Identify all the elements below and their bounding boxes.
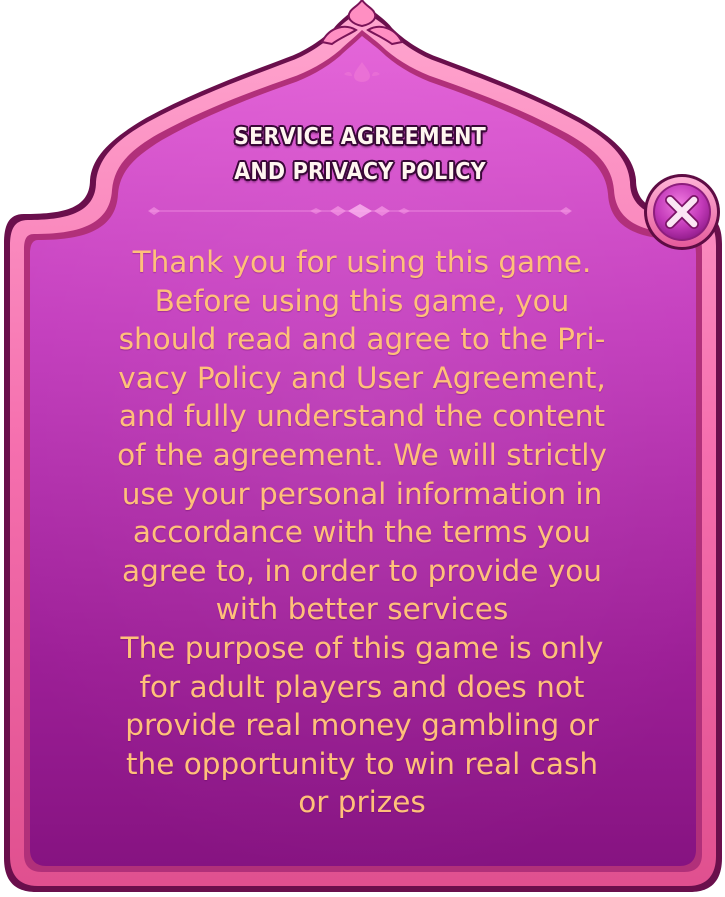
text-line: the opportunity to win real cash (125, 746, 599, 781)
text-line: vacy Policy and User Agreement, (118, 360, 606, 395)
text-line: Thank you for using this game. (132, 245, 592, 279)
text-line: use your personal information in (121, 476, 603, 511)
text-line: The purpose of this game is only (120, 630, 604, 665)
agreement-paragraph-2: The purpose of this game is only for adu… (36, 629, 688, 822)
text-line: with better services (215, 592, 509, 627)
text-line: should read and agree to the Pri- (118, 322, 606, 357)
dialog-title: SERVICE AGREEMENT AND PRIVACY POLICY (150, 120, 570, 190)
agreement-paragraph-1: Thank you for using this game. Before us… (36, 243, 688, 629)
title-divider-ornament (148, 204, 572, 218)
text-line: provide real money gambling or (125, 708, 599, 743)
text-line: for adult players and does not (139, 669, 585, 704)
text-line: of the agreement. We will strictly (117, 437, 607, 472)
text-line: or prizes (298, 785, 426, 820)
text-line: accordance with the terms you (132, 515, 592, 550)
title-line-2: AND PRIVACY POLICY (234, 159, 486, 185)
text-line: agree to, in order to provide you (122, 553, 602, 588)
text-line: and fully understand the content (118, 399, 606, 434)
close-button[interactable] (642, 172, 722, 252)
title-line-1: SERVICE AGREEMENT (234, 124, 486, 150)
close-icon (644, 174, 720, 250)
text-line: Before using this game, you (154, 283, 570, 318)
agreement-text: Thank you for using this game. Before us… (36, 243, 688, 822)
